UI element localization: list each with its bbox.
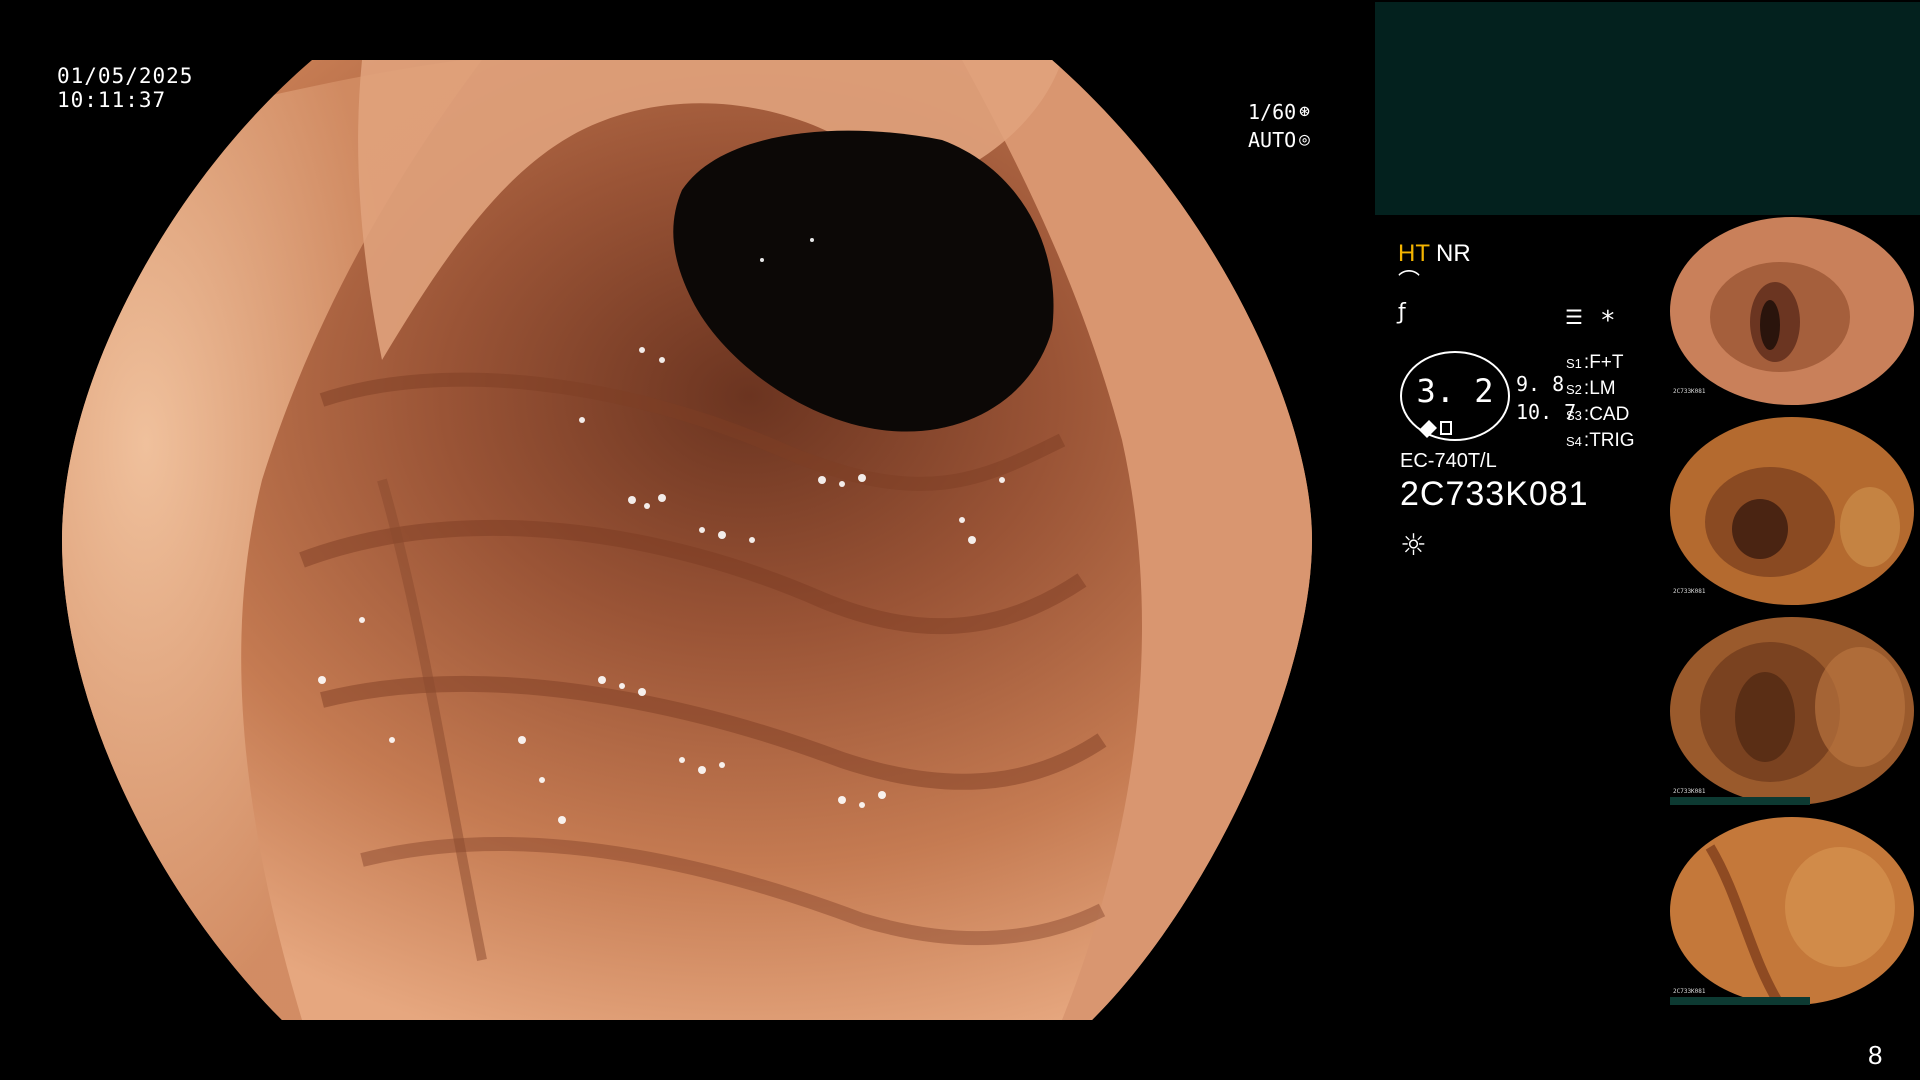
iris-icon: ◎ xyxy=(1299,129,1311,150)
mode-nr: NR xyxy=(1436,240,1471,267)
scope-model: EC-740T/L xyxy=(1400,450,1497,472)
date-text: 01/05/2025 xyxy=(57,64,194,88)
curve-icon: ⌒ xyxy=(1398,270,1421,295)
time-text: 10:11:37 xyxy=(57,88,167,112)
zoom-dial: 3. 2 xyxy=(1399,350,1511,442)
slot-item: S3:CAD xyxy=(1566,404,1630,425)
thumbnail-caption: 2C733K081 xyxy=(1673,788,1706,795)
endoscope-view xyxy=(62,60,1312,1020)
slot-item: S4:TRIG xyxy=(1566,430,1635,451)
thumbnail-caption: 2C733K081 xyxy=(1673,988,1706,995)
thumbnail[interactable]: 2C733K081 xyxy=(1670,217,1915,405)
slot-item: S2:LM xyxy=(1566,378,1616,399)
thumbnail-bar xyxy=(1670,997,1810,1005)
sun-icon: ☼ xyxy=(1400,528,1427,563)
scope-serial: 2C733K081 xyxy=(1400,475,1589,513)
thumbnail-strip: 2C733K081 2C733K081 2C733K081 2C733K081 xyxy=(1670,217,1915,1017)
slot-list: S1:F+T S2:LM S3:CAD S4:TRIG xyxy=(1566,350,1635,454)
mode-indicator: HT NR xyxy=(1398,240,1668,268)
thumbnail-bar xyxy=(1670,797,1810,805)
thumbnail-caption: 2C733K081 xyxy=(1673,588,1706,595)
aperture-icon: ⊛ xyxy=(1299,101,1311,122)
status-panel: HT NR ⌒ ƒ xyxy=(1398,240,1668,328)
f-slash-icon: ƒ xyxy=(1398,300,1406,325)
thumbnail[interactable]: 2C733K081 xyxy=(1670,417,1915,605)
thumbnail[interactable]: 2C733K081 xyxy=(1670,617,1915,805)
exposure-mode: AUTO xyxy=(1248,128,1297,152)
thumbnail[interactable]: 2C733K081 xyxy=(1670,817,1915,1005)
asterisk-indicator: * xyxy=(1600,306,1616,336)
slot-item: S1:F+T xyxy=(1566,352,1624,373)
page-number: 8 xyxy=(1868,1040,1883,1070)
timestamp: 01/05/2025 10:11:37 xyxy=(57,64,193,112)
thumbnail-caption: 2C733K081 xyxy=(1673,388,1706,395)
mode-ht: HT xyxy=(1398,240,1430,267)
shutter-info: 1/60 ⊛ AUTO ◎ xyxy=(1248,98,1310,154)
list-icon: ☰ xyxy=(1565,305,1583,329)
dial-value: 3. 2 xyxy=(1416,372,1494,410)
info-display-box xyxy=(1375,2,1920,215)
shutter-speed: 1/60 xyxy=(1248,100,1297,124)
